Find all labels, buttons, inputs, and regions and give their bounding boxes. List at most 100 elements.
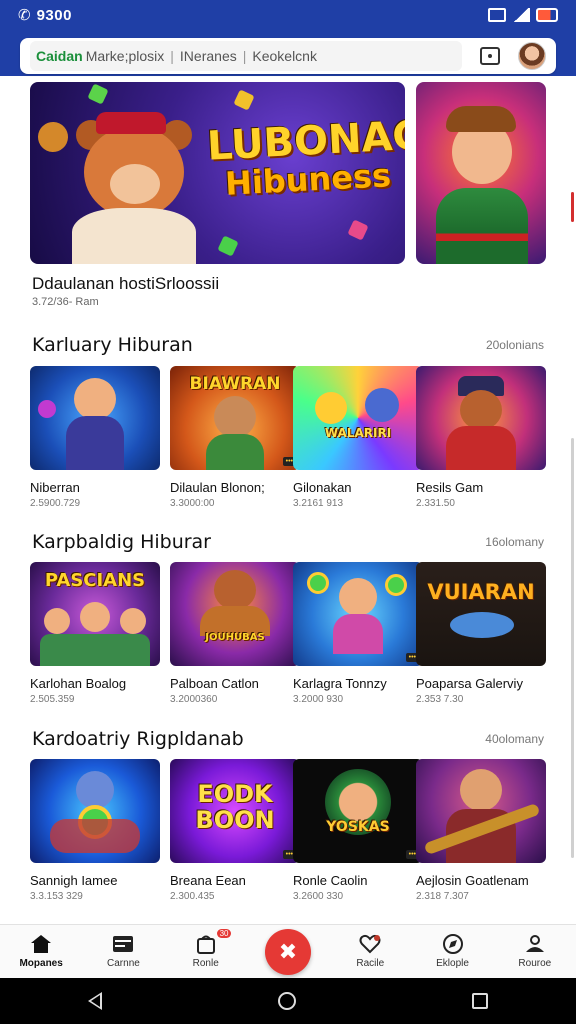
game-meta: 3.2000 930 xyxy=(293,694,344,705)
explore-icon xyxy=(442,934,463,954)
search-segment-3: Keokelcnk xyxy=(252,48,317,64)
game-title: Dilaulan Blonon; xyxy=(170,480,265,495)
game-meta: 2.353 7.30 xyxy=(416,694,464,705)
game-meta: 3.3000:00 xyxy=(170,498,215,509)
game-thumbnail: BIAWRAN ••• xyxy=(170,366,300,470)
section-more-link[interactable]: 40olomany xyxy=(485,732,544,746)
game-thumbnail: WALARIRI xyxy=(293,366,423,470)
search-brand: Caidan xyxy=(36,48,83,64)
game-title: Karlohan Boalog xyxy=(30,676,127,691)
game-title: Palboan Catlon xyxy=(170,676,259,691)
home-icon xyxy=(31,935,52,953)
game-title: Ronle Caolin xyxy=(293,873,368,888)
game-card[interactable]: YOSKAS ••• Ronle Caolin 3.2600 330 xyxy=(293,759,423,902)
game-meta: 2.505.359 xyxy=(30,694,75,705)
nav-item-center[interactable]: ✖ xyxy=(247,925,329,978)
battery-icon xyxy=(536,8,558,22)
hero-art-title: LUBONAG Hibuness xyxy=(206,112,405,203)
game-card[interactable]: ••• Karlagra Tonnzy 3.2000 930 xyxy=(293,562,423,705)
search-input[interactable]: Caidan Marke;plosix | INeranes | Keokelc… xyxy=(30,41,462,71)
game-card[interactable]: JOUHUBAS Palboan Catlon 3.2000360 xyxy=(170,562,300,705)
game-meta: 2.331.50 xyxy=(416,498,455,509)
gem-icon xyxy=(217,235,239,257)
game-meta: 3.2161 913 xyxy=(293,498,344,509)
game-title: Gilonakan xyxy=(293,480,352,495)
game-art-title: YOSKAS xyxy=(326,819,390,835)
game-card[interactable]: Sannigh Iamee 3.3.153 329 xyxy=(30,759,160,902)
main-content[interactable]: LUBONAG Hibuness Ddaulanan hostiSrloossi… xyxy=(0,76,576,924)
section-title: Kardoatriy Rigpldanab xyxy=(32,728,244,750)
game-thumbnail: VUIARAN xyxy=(416,562,546,666)
home-circle-icon[interactable] xyxy=(278,992,296,1010)
nav-label: Ronle xyxy=(192,958,219,969)
nav-label: Eklople xyxy=(436,958,469,969)
nav-label: Racile xyxy=(356,958,385,969)
section-title: Karluary Hiburan xyxy=(32,334,193,356)
hero-banner[interactable]: LUBONAG Hibuness xyxy=(30,82,405,264)
game-card[interactable]: Resils Gam 2.331.50 xyxy=(416,366,546,509)
game-card[interactable]: Niberran 2.5900.729 xyxy=(30,366,160,509)
nav-item-favorites[interactable]: Racile xyxy=(329,925,411,978)
cast-icon[interactable] xyxy=(480,47,500,65)
nav-item-bag[interactable]: 30 Ronle xyxy=(165,925,247,978)
game-meta: 2.318 7.307 xyxy=(416,891,469,902)
gem-icon xyxy=(347,219,369,241)
game-title: Karlagra Tonnzy xyxy=(293,676,387,691)
phone-icon: ✆ xyxy=(18,7,31,24)
game-art-title: EODK BOON xyxy=(195,780,275,834)
game-art-title: JOUHUBAS xyxy=(205,632,265,643)
profile-icon xyxy=(525,935,544,952)
bottom-navigation: Mopanes Carnne 30 Ronle ✖ Racile Eklople… xyxy=(0,924,576,978)
nav-item-explore[interactable]: Eklople xyxy=(411,925,493,978)
section-more-link[interactable]: 16olomany xyxy=(485,535,544,549)
game-thumbnail: ••• xyxy=(293,562,423,666)
game-card[interactable]: Aejlosin Goatlenam 2.318 7.307 xyxy=(416,759,546,902)
game-meta: 2.300.435 xyxy=(170,891,215,902)
game-thumbnail: EODK BOON ••• xyxy=(170,759,300,863)
game-thumbnail xyxy=(416,366,546,470)
game-title: Resils Gam xyxy=(416,480,484,495)
play-center-icon[interactable]: ✖ xyxy=(264,928,311,975)
signal-icon xyxy=(512,8,530,22)
section-title: Karpbaldig Hiburar xyxy=(32,531,211,553)
nav-label: Rouroe xyxy=(518,958,552,969)
back-icon[interactable] xyxy=(88,992,102,1010)
game-art-title: WALARIRI xyxy=(324,426,392,440)
game-thumbnail: YOSKAS ••• xyxy=(293,759,423,863)
wallet-icon xyxy=(113,936,134,952)
nav-item-profile[interactable]: Rouroe xyxy=(494,925,576,978)
game-art-title: BIAWRAN xyxy=(189,374,281,394)
game-thumbnail xyxy=(30,759,160,863)
game-title: Poaparsa Galerviy xyxy=(416,676,523,691)
game-card[interactable]: WALARIRI Gilonakan 3.2161 913 xyxy=(293,366,423,509)
game-art-title: VUIARAN xyxy=(427,580,535,604)
gem-icon xyxy=(233,89,255,111)
bear-character xyxy=(66,108,206,264)
game-card[interactable]: EODK BOON ••• Breana Eean 2.300.435 xyxy=(170,759,300,902)
game-meta: 2.5900.729 xyxy=(30,498,81,509)
game-meta: 3.2600 330 xyxy=(293,891,344,902)
recents-icon[interactable] xyxy=(472,993,488,1009)
search-segment-1: Marke;plosix xyxy=(85,48,165,64)
scrollbar[interactable] xyxy=(571,438,574,858)
status-bar: ✆ 9300 xyxy=(0,0,576,30)
section-more-link[interactable]: 20olonians xyxy=(486,338,544,352)
avatar[interactable] xyxy=(518,42,546,70)
search-separator: | xyxy=(242,48,247,64)
nav-label: Mopanes xyxy=(19,958,63,969)
game-meta: 3.3.153 329 xyxy=(30,891,83,902)
heart-icon xyxy=(359,934,381,954)
nfc-icon xyxy=(488,8,506,22)
hero-side-banner[interactable] xyxy=(416,82,546,264)
nav-item-wallet[interactable]: Carnne xyxy=(82,925,164,978)
gem-icon xyxy=(87,83,109,105)
nav-item-home[interactable]: Mopanes xyxy=(0,925,82,978)
search-bar[interactable]: Caidan Marke;plosix | INeranes | Keokelc… xyxy=(20,38,556,74)
scroll-indicator xyxy=(571,192,574,222)
game-card[interactable]: VUIARAN Poaparsa Galerviy 2.353 7.30 xyxy=(416,562,546,705)
game-title: Aejlosin Goatlenam xyxy=(416,873,529,888)
game-card[interactable]: PASCIANS Karlohan Boalog 2.505.359 xyxy=(30,562,160,705)
system-navigation-bar xyxy=(0,978,576,1024)
game-card[interactable]: BIAWRAN ••• Dilaulan Blonon; 3.3000:00 xyxy=(170,366,300,509)
game-meta: 3.2000360 xyxy=(170,694,218,705)
